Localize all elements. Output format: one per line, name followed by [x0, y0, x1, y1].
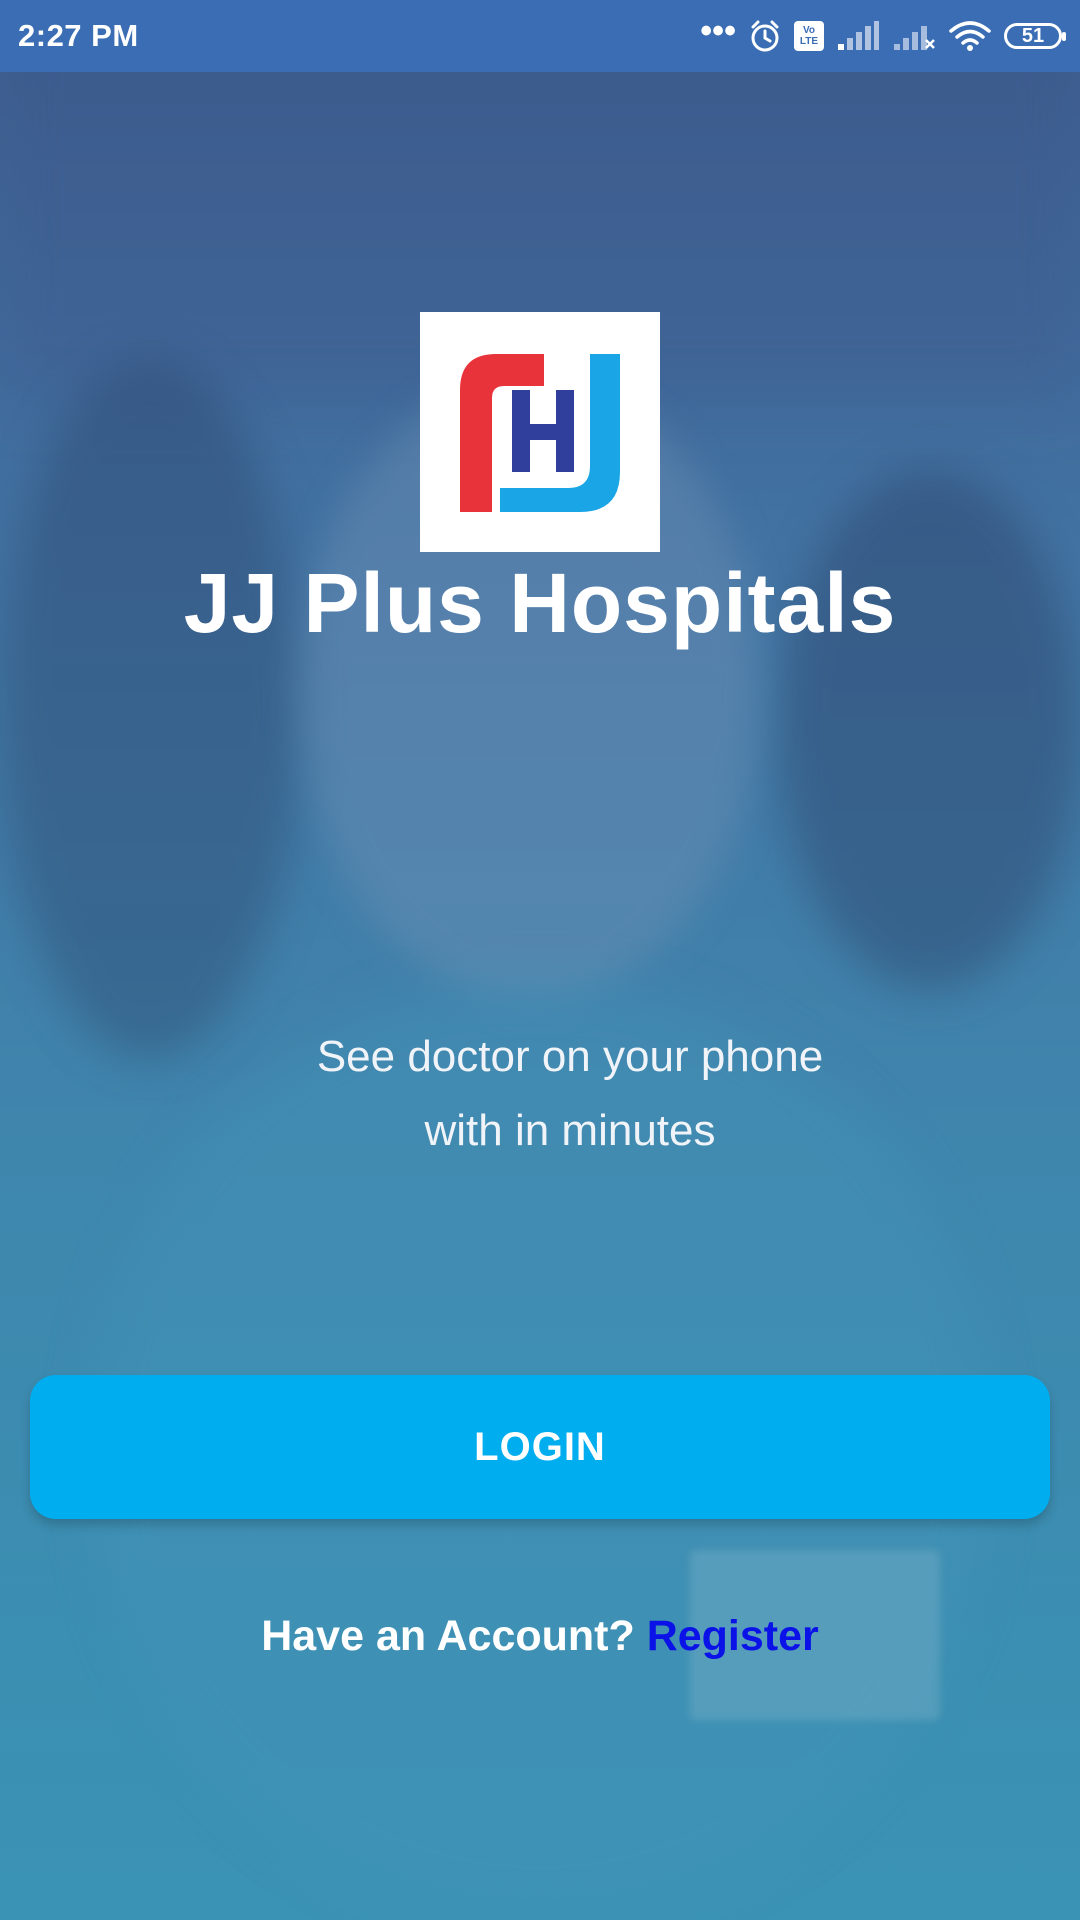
tagline: See doctor on your phone with in minutes: [190, 1020, 950, 1168]
jj-plus-hospitals-logo: [460, 354, 620, 512]
register-row: Have an Account? Register: [0, 1612, 1080, 1661]
alarm-icon: [748, 19, 782, 53]
background-photo-shape: [780, 470, 1080, 990]
battery-icon: 51: [1004, 23, 1066, 49]
tagline-line-2: with in minutes: [424, 1106, 716, 1155]
status-time: 2:27 PM: [18, 18, 139, 53]
tagline-line-1: See doctor on your phone: [316, 1032, 824, 1081]
login-screen: 2:27 PM ••• Vo LTE 51 JJ Plus Hospitals …: [0, 0, 1080, 1920]
register-link[interactable]: Register: [647, 1612, 819, 1660]
account-prompt: Have an Account?: [261, 1612, 635, 1660]
status-icons: ••• Vo LTE 51: [700, 14, 1066, 53]
background-photo-shape: [0, 360, 300, 1060]
login-button[interactable]: LOGIN: [30, 1375, 1050, 1519]
signal-icon: [836, 20, 880, 52]
volte-bottom-label: LTE: [799, 36, 819, 47]
app-logo: [420, 312, 660, 552]
app-title: JJ Plus Hospitals: [183, 556, 897, 650]
wifi-icon: [948, 19, 992, 53]
volte-icon: Vo LTE: [794, 21, 824, 51]
more-dots-icon: •••: [700, 12, 736, 50]
status-bar: 2:27 PM ••• Vo LTE 51: [0, 0, 1080, 72]
volte-top-label: Vo: [802, 25, 816, 36]
battery-level: 51: [1021, 24, 1045, 47]
signal-no-service-icon: [892, 20, 936, 52]
